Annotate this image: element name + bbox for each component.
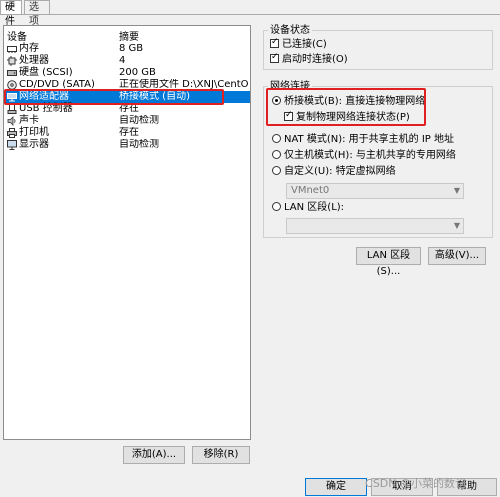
connected-checkbox[interactable]: 已连接(C) bbox=[270, 37, 327, 52]
radio-empty-icon bbox=[272, 202, 281, 211]
device-summary: 8 GB bbox=[119, 43, 144, 54]
device-name: 声卡 bbox=[19, 115, 39, 126]
host-only-radio[interactable]: 仅主机模式(H): 与主机共享的专用网络 bbox=[272, 149, 456, 163]
chevron-down-icon: ▼ bbox=[453, 221, 460, 230]
tab-hardware[interactable]: 硬件 bbox=[0, 0, 22, 27]
device-name: 处理器 bbox=[19, 55, 49, 66]
radio-empty-icon bbox=[272, 166, 281, 175]
custom-radio[interactable]: 自定义(U): 特定虚拟网络 bbox=[272, 165, 396, 179]
device-status-title: 设备状态 bbox=[268, 25, 312, 36]
checkbox-checked-icon bbox=[270, 52, 279, 63]
device-summary: 存在 bbox=[119, 127, 139, 138]
radio-empty-icon bbox=[272, 150, 281, 159]
device-row-memory[interactable]: 内存 8 GB bbox=[4, 43, 250, 55]
device-summary: 自动检测 bbox=[119, 115, 159, 126]
tab-strip: 硬件 选项 bbox=[0, 0, 500, 27]
memory-icon bbox=[7, 46, 17, 53]
tab-divider bbox=[0, 14, 500, 15]
ok-button[interactable]: 确定 bbox=[305, 478, 367, 496]
nat-mode-radio[interactable]: NAT 模式(N): 用于共享主机的 IP 地址 bbox=[272, 133, 454, 147]
disk-icon bbox=[7, 70, 17, 76]
remove-device-button[interactable]: 移除(R) bbox=[192, 446, 250, 464]
bridged-mode-highlight bbox=[266, 88, 426, 126]
device-row-hard-disk[interactable]: 硬盘 (SCSI) 200 GB bbox=[4, 67, 250, 79]
device-list[interactable]: 设备 摘要 内存 8 GB 处理器 4 硬盘 (SCSI) 200 GB CD/… bbox=[3, 25, 251, 440]
connect-at-power-on-checkbox[interactable]: 启动时连接(O) bbox=[270, 52, 348, 67]
device-column-header: 设备 bbox=[7, 32, 27, 43]
lan-segment-select[interactable]: ▼ bbox=[286, 218, 464, 234]
watermark: CSDN @小菜的数记 bbox=[365, 477, 466, 490]
add-device-button[interactable]: 添加(A)... bbox=[123, 446, 185, 464]
device-name: 打印机 bbox=[19, 127, 49, 138]
summary-column-header: 摘要 bbox=[119, 32, 139, 43]
device-name: 显示器 bbox=[19, 139, 49, 150]
lan-segment-radio[interactable]: LAN 区段(L): bbox=[272, 201, 344, 215]
printer-icon bbox=[7, 128, 17, 138]
network-adapter-highlight bbox=[4, 89, 224, 105]
advanced-button[interactable]: 高级(V)... bbox=[428, 247, 486, 265]
usb-icon bbox=[7, 104, 17, 114]
chevron-down-icon: ▼ bbox=[453, 186, 460, 195]
monitor-icon bbox=[7, 140, 17, 150]
radio-empty-icon bbox=[272, 134, 281, 143]
device-name: 内存 bbox=[19, 43, 39, 54]
cpu-icon bbox=[7, 56, 17, 66]
device-row-printer[interactable]: 打印机 存在 bbox=[4, 127, 250, 139]
checkbox-checked-icon bbox=[270, 37, 279, 48]
device-summary: 200 GB bbox=[119, 67, 156, 78]
device-status-group: 设备状态 已连接(C) 启动时连接(O) bbox=[263, 25, 493, 70]
device-row-processor[interactable]: 处理器 4 bbox=[4, 55, 250, 67]
device-row-display[interactable]: 显示器 自动检测 bbox=[4, 139, 250, 151]
device-summary: 自动检测 bbox=[119, 139, 159, 150]
device-name: 硬盘 (SCSI) bbox=[19, 67, 73, 78]
device-row-sound[interactable]: 声卡 自动检测 bbox=[4, 115, 250, 127]
tab-options[interactable]: 选项 bbox=[24, 0, 50, 27]
custom-network-select[interactable]: VMnet0 ▼ bbox=[286, 183, 464, 199]
lan-segments-button[interactable]: LAN 区段(S)... bbox=[356, 247, 421, 277]
sound-icon bbox=[7, 116, 16, 126]
device-summary: 4 bbox=[119, 55, 126, 66]
